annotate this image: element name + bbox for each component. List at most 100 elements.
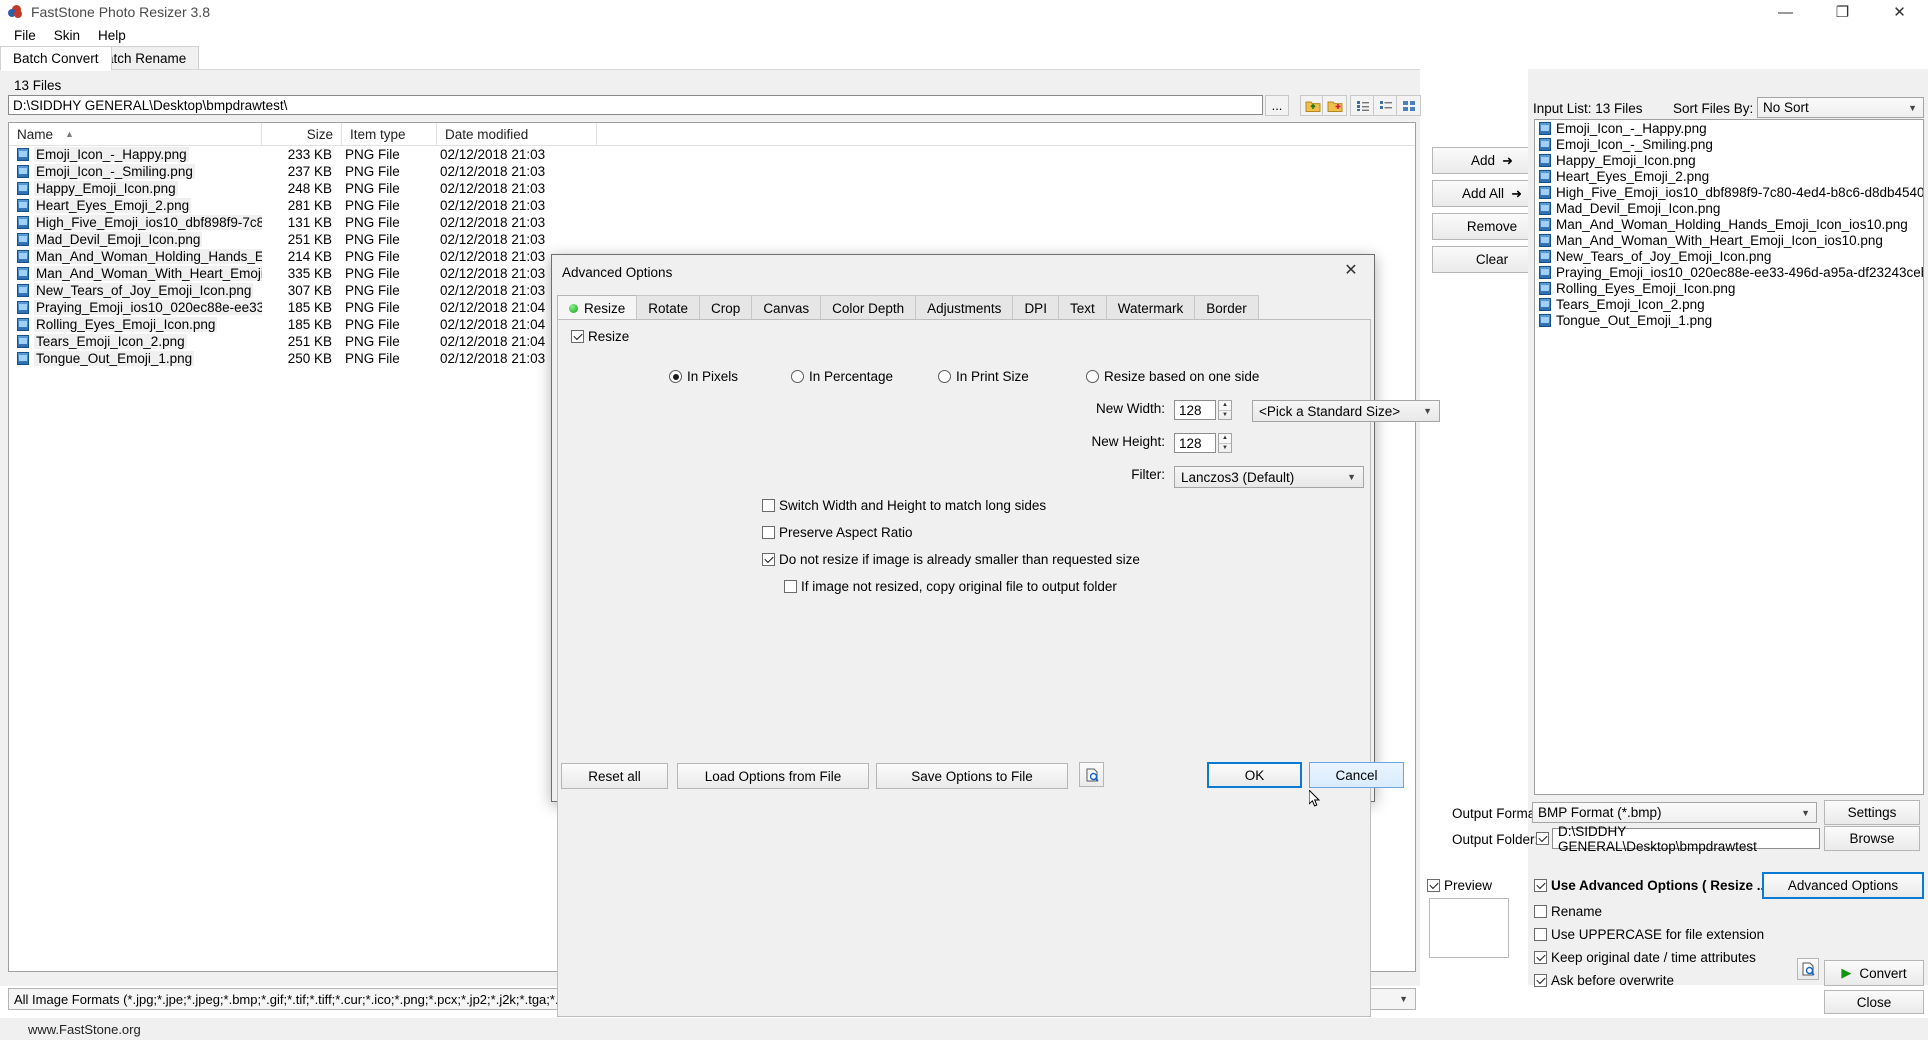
list-item[interactable]: Heart_Eyes_Emoji_2.png <box>1535 168 1923 184</box>
list-item[interactable]: Praying_Emoji_ios10_020ec88e-ee33-496d-a… <box>1535 264 1923 280</box>
list-item[interactable]: Happy_Emoji_Icon.png <box>1535 152 1923 168</box>
dialog-body <box>557 319 1371 1017</box>
menu-file[interactable]: File <box>5 26 45 45</box>
uppercase-extension-checkbox[interactable]: Use UPPERCASE for file extension <box>1534 927 1764 942</box>
column-header-size[interactable]: Size <box>262 123 342 145</box>
table-row[interactable]: Emoji_Icon_-_Smiling.png 237 KB PNG File 02… <box>9 163 1415 180</box>
list-item[interactable]: Mad_Devil_Emoji_Icon.png <box>1535 200 1923 216</box>
do-not-resize-smaller-checkbox[interactable]: Do not resize if image is already smalle… <box>762 552 1140 567</box>
radio-resize-one-side[interactable]: Resize based on one side <box>1086 369 1259 384</box>
browse-button[interactable]: Browse <box>1824 826 1920 851</box>
advanced-options-button[interactable]: Advanced Options <box>1762 872 1924 899</box>
ask-before-overwrite-checkbox[interactable]: Ask before overwrite <box>1534 973 1674 988</box>
path-input[interactable]: D:\SIDDHY GENERAL\Desktop\bmpdrawtest\ <box>8 95 1263 115</box>
filter-select[interactable]: Lanczos3 (Default) ▼ <box>1174 466 1364 488</box>
column-header-name[interactable]: Name ▲ <box>9 123 262 145</box>
dialog-tab-watermark[interactable]: Watermark <box>1105 295 1196 320</box>
list-item[interactable]: Man_And_Woman_With_Heart_Emoji_Icon_ios1… <box>1535 232 1923 248</box>
column-header-item-type[interactable]: Item type <box>342 123 437 145</box>
tab-batch-convert[interactable]: Batch Convert <box>0 46 112 71</box>
dialog-tab-label: Color Depth <box>832 300 905 316</box>
rename-checkbox[interactable]: Rename <box>1534 904 1602 919</box>
preview-checkbox[interactable]: Preview <box>1427 878 1492 893</box>
standard-size-select[interactable]: <Pick a Standard Size> ▼ <box>1252 400 1440 422</box>
checkbox-box <box>571 330 584 343</box>
view-thumbnails-icon[interactable] <box>1396 95 1421 116</box>
standard-size-value: <Pick a Standard Size> <box>1259 403 1401 419</box>
table-row[interactable]: Heart_Eyes_Emoji_2.png 281 KB PNG File 02/1… <box>9 197 1415 214</box>
app-logo-icon <box>8 4 24 20</box>
new-width-field[interactable]: 128 ▲ ▼ <box>1174 400 1232 420</box>
reset-all-button[interactable]: Reset all <box>561 763 668 789</box>
view-details-icon[interactable] <box>1350 95 1375 116</box>
list-item[interactable]: New_Tears_of_Joy_Emoji_Icon.png <box>1535 248 1923 264</box>
dialog-preview-magnifier-icon[interactable] <box>1079 762 1104 787</box>
dialog-tab-crop[interactable]: Crop <box>699 295 753 320</box>
table-row[interactable]: Mad_Devil_Emoji_Icon.png 251 KB PNG File 02… <box>9 231 1415 248</box>
resize-enable-checkbox[interactable]: Resize <box>571 329 629 344</box>
table-row[interactable]: Happy_Emoji_Icon.png 248 KB PNG File 02/12/… <box>9 180 1415 197</box>
dialog-tab-text[interactable]: Text <box>1057 295 1107 320</box>
new-height-input[interactable]: 128 <box>1174 433 1216 453</box>
dialog-tab-border[interactable]: Border <box>1194 295 1259 320</box>
new-height-stepper[interactable]: ▲ ▼ <box>1218 433 1232 453</box>
radio-circle <box>1086 370 1099 383</box>
dialog-cancel-button[interactable]: Cancel <box>1309 762 1404 788</box>
new-height-field[interactable]: 128 ▲ ▼ <box>1174 433 1232 453</box>
convert-button[interactable]: ▶ Convert <box>1824 960 1924 986</box>
view-list-icon[interactable] <box>1373 95 1398 116</box>
file-name-label: New_Tears_of_Joy_Emoji_Icon.png <box>34 283 254 298</box>
menu-help[interactable]: Help <box>89 26 135 45</box>
dialog-tab-resize[interactable]: Resize <box>557 295 638 320</box>
preview-magnifier-icon[interactable] <box>1797 958 1819 980</box>
list-item[interactable]: Tears_Emoji_Icon_2.png <box>1535 296 1923 312</box>
list-item[interactable]: Emoji_Icon_-_Happy.png <box>1535 120 1923 136</box>
dialog-close-icon[interactable]: ✕ <box>1330 257 1372 283</box>
new-width-stepper[interactable]: ▲ ▼ <box>1218 400 1232 420</box>
file-type-cell: PNG File <box>345 300 400 315</box>
output-format-select[interactable]: BMP Format (*.bmp) ▼ <box>1532 802 1817 823</box>
menu-skin[interactable]: Skin <box>45 26 89 45</box>
load-options-button[interactable]: Load Options from File <box>677 763 869 789</box>
minimize-button[interactable]: — <box>1757 0 1814 24</box>
list-item[interactable]: Man_And_Woman_Holding_Hands_Emoji_Icon_i… <box>1535 216 1923 232</box>
copy-original-if-not-resized-checkbox[interactable]: If image not resized, copy original file… <box>784 579 1117 594</box>
use-advanced-options-checkbox[interactable]: Use Advanced Options ( Resize ... ) <box>1534 878 1776 893</box>
png-file-icon <box>17 199 29 212</box>
new-folder-icon[interactable] <box>1322 95 1347 116</box>
radio-in-pixels[interactable]: In Pixels <box>669 369 738 384</box>
list-item[interactable]: Rolling_Eyes_Emoji_Icon.png <box>1535 280 1923 296</box>
column-header-date-modified[interactable]: Date modified <box>437 123 597 145</box>
output-folder-checkbox[interactable] <box>1536 832 1549 845</box>
list-item[interactable]: Tongue_Out_Emoji_1.png <box>1535 312 1923 328</box>
dialog-ok-button[interactable]: OK <box>1207 762 1302 788</box>
new-width-input[interactable]: 128 <box>1174 400 1216 420</box>
output-folder-input[interactable]: D:\SIDDHY GENERAL\Desktop\bmpdrawtest <box>1552 824 1820 854</box>
close-app-button[interactable]: Close <box>1824 990 1924 1014</box>
maximize-button[interactable]: ❐ <box>1814 0 1871 24</box>
radio-in-print-size[interactable]: In Print Size <box>938 369 1029 384</box>
settings-button[interactable]: Settings <box>1824 800 1920 825</box>
save-options-button[interactable]: Save Options to File <box>876 763 1068 789</box>
table-row[interactable]: Emoji_Icon_-_Happy.png 233 KB PNG File 02/1… <box>9 146 1415 163</box>
input-file-list[interactable]: Emoji_Icon_-_Happy.png Emoji_Icon_-_Smili… <box>1534 119 1924 795</box>
dialog-tab-dpi[interactable]: DPI <box>1012 295 1059 320</box>
keep-original-date-checkbox[interactable]: Keep original date / time attributes <box>1534 950 1756 965</box>
dialog-tab-adjustments[interactable]: Adjustments <box>915 295 1014 320</box>
dialog-tab-canvas[interactable]: Canvas <box>751 295 822 320</box>
radio-in-percentage[interactable]: In Percentage <box>791 369 893 384</box>
sort-files-select[interactable]: No Sort ▼ <box>1757 97 1924 118</box>
dialog-tab-label: Resize <box>584 300 626 316</box>
dialog-tab-rotate[interactable]: Rotate <box>636 295 701 320</box>
list-item[interactable]: High_Five_Emoji_ios10_dbf898f9-7c80-4ed4… <box>1535 184 1923 200</box>
preserve-aspect-ratio-checkbox[interactable]: Preserve Aspect Ratio <box>762 525 913 540</box>
list-item[interactable]: Emoji_Icon_-_Smiling.png <box>1535 136 1923 152</box>
png-file-icon <box>1539 265 1551 279</box>
file-size-cell: 248 KB <box>287 181 332 196</box>
close-icon[interactable]: ✕ <box>1871 0 1928 24</box>
browse-dots-button[interactable]: ... <box>1265 95 1289 116</box>
table-row[interactable]: High_Five_Emoji_ios10_dbf898f9-7c8... 131… <box>9 214 1415 231</box>
dialog-tab-color-depth[interactable]: Color Depth <box>820 295 917 320</box>
checkbox-box <box>1534 928 1547 941</box>
switch-width-height-checkbox[interactable]: Switch Width and Height to match long si… <box>762 498 1046 513</box>
